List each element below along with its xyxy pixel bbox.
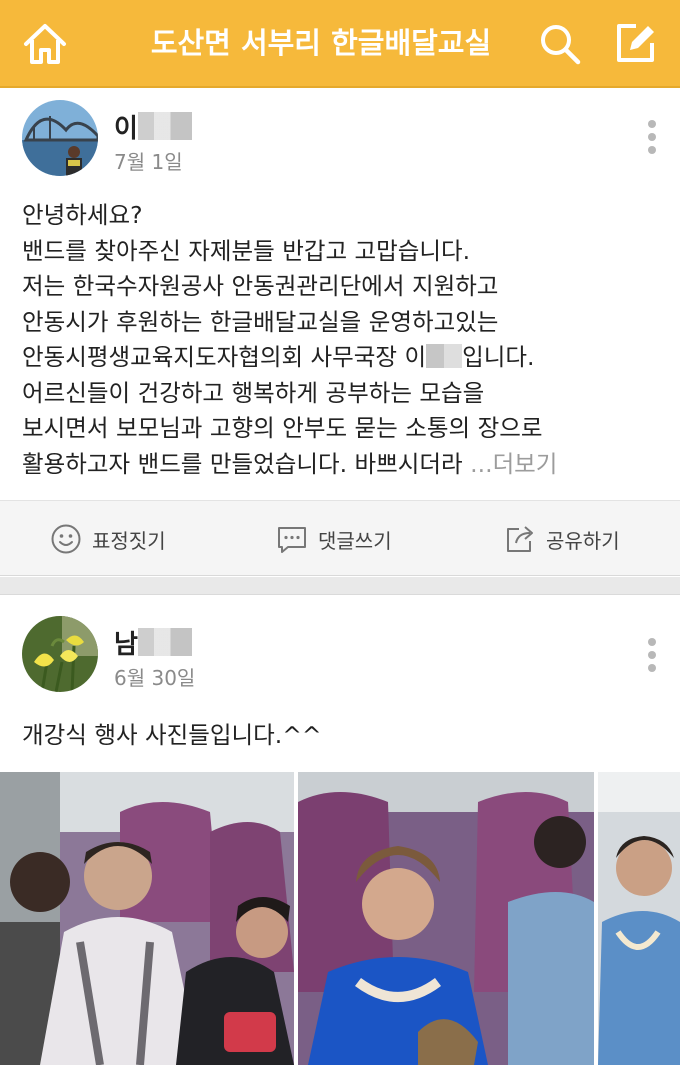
post-date: 6월 30일: [114, 666, 196, 690]
comment-icon: [278, 527, 306, 553]
post-card: 이 7월 1일 안녕하세요? 밴드를 찾아주신 자제분들 반갑고 고맙습니다. …: [0, 90, 680, 500]
more-options-icon[interactable]: [646, 120, 658, 156]
home-icon[interactable]: [22, 22, 68, 66]
post-body[interactable]: 안녕하세요? 밴드를 찾아주신 자제분들 반갑고 고맙습니다. 저는 한국수자원…: [22, 198, 662, 482]
blurred-name: [426, 344, 463, 368]
share-label: 공유하기: [546, 528, 620, 553]
post-card: 남 6월 30일 개강식 행사 사진들입니다.^^: [0, 596, 680, 1065]
avatar[interactable]: [22, 100, 98, 176]
blurred-name: [137, 112, 192, 140]
comment-label: 댓글쓰기: [318, 528, 392, 553]
body-line: 저는 한국수자원공사 안동권관리단에서 지원하고: [22, 272, 499, 300]
post-date: 7월 1일: [114, 150, 183, 174]
band-title[interactable]: 도산면 서부리 한글배달교실: [112, 20, 530, 66]
emote-label: 표정짓기: [92, 528, 166, 553]
body-line: 밴드를 찾아주신 자제분들 반갑고 고맙습니다.: [22, 236, 471, 265]
photo-thumbnail[interactable]: [598, 772, 680, 1065]
smiley-icon: [51, 524, 81, 554]
blurred-name: [137, 628, 192, 656]
author-name[interactable]: 남: [114, 624, 192, 661]
avatar[interactable]: [22, 616, 98, 692]
body-line: 안동시가 후원하는 한글배달교실을 운영하고있는: [22, 307, 499, 336]
more-options-icon[interactable]: [646, 638, 658, 674]
post-action-bar: 표정짓기 댓글쓰기 공유하기: [0, 500, 680, 576]
share-button[interactable]: 공유하기: [504, 521, 620, 557]
body-line: 안녕하세요?: [22, 201, 143, 229]
app-header: 도산면 서부리 한글배달교실: [0, 0, 680, 88]
read-more-link[interactable]: 더보기: [493, 450, 558, 478]
search-icon[interactable]: [538, 22, 582, 66]
photo-gallery: [0, 772, 680, 1065]
body-line: 활용하고자 밴드를 만들었습니다. 바쁘시더라 ...더보기: [22, 449, 558, 478]
body-line: 어르신들이 건강하고 행복하게 공부하는 모습을: [22, 378, 485, 407]
author-name[interactable]: 이: [114, 108, 192, 145]
emote-button[interactable]: 표정짓기: [50, 521, 166, 557]
post-body[interactable]: 개강식 행사 사진들입니다.^^: [22, 716, 322, 750]
share-icon: [507, 526, 533, 552]
comment-button[interactable]: 댓글쓰기: [276, 521, 392, 557]
body-line: 안동시평생교육지도자협의회 사무국장 이 입니다.: [22, 343, 535, 371]
photo-thumbnail[interactable]: [0, 772, 294, 1065]
photo-thumbnail[interactable]: [298, 772, 594, 1065]
feed-divider: [0, 577, 680, 595]
body-line: 보시면서 보모님과 고향의 안부도 묻는 소통의 장으로: [22, 414, 543, 442]
write-icon[interactable]: [612, 20, 658, 66]
